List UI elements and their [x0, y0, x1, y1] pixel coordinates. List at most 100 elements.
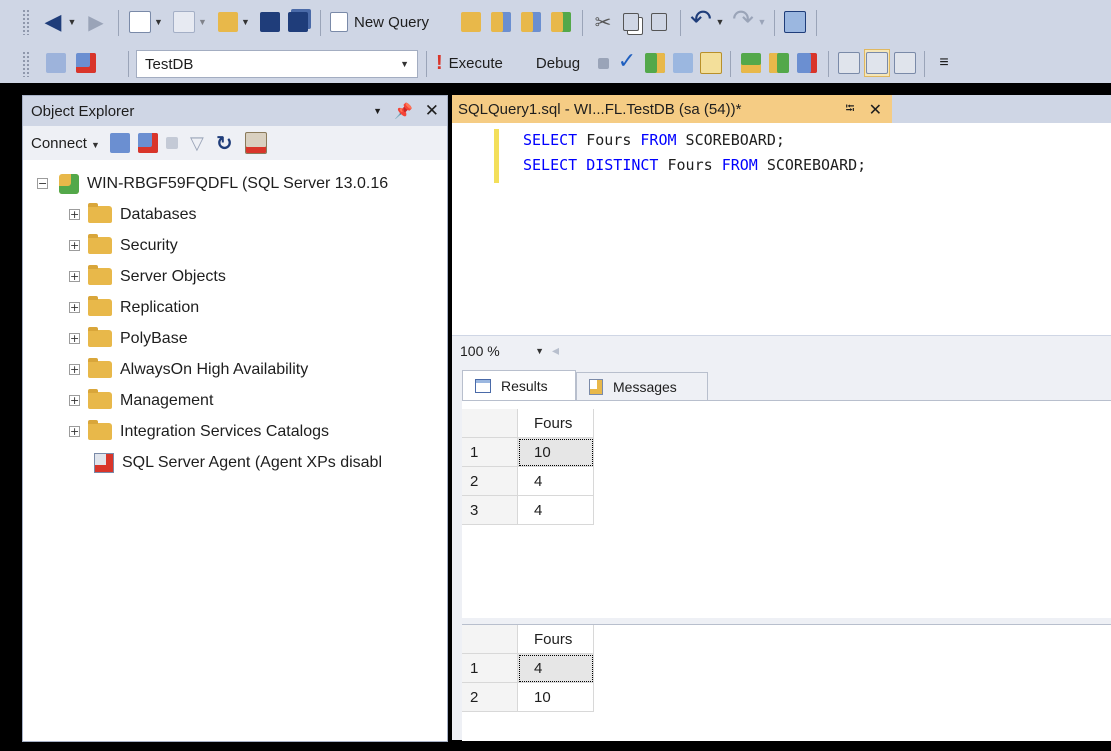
- tree-node-integration-services[interactable]: + Integration Services Catalogs: [23, 416, 447, 447]
- expand-icon[interactable]: +: [69, 333, 80, 344]
- available-databases-select[interactable]: TestDB ▼: [136, 50, 418, 78]
- results-to-file-icon[interactable]: [892, 49, 918, 77]
- execute-button[interactable]: ! Execute: [436, 49, 524, 77]
- mdx-query-icon[interactable]: [488, 8, 514, 36]
- grid-corner[interactable]: [462, 409, 518, 438]
- display-estimated-plan-icon[interactable]: [642, 49, 668, 77]
- results-to-grid-icon[interactable]: [864, 49, 890, 77]
- query-editor[interactable]: SELECT Fours FROM SCOREBOARD; SELECT DIS…: [452, 123, 1111, 335]
- database-engine-query-icon[interactable]: [458, 8, 484, 36]
- grid-corner[interactable]: [462, 625, 518, 654]
- tree-node-alwayson[interactable]: + AlwaysOn High Availability: [23, 354, 447, 385]
- undo-dropdown-icon[interactable]: ▼: [714, 8, 726, 36]
- client-statistics-icon[interactable]: [794, 49, 820, 77]
- open-file-icon[interactable]: ▼: [214, 8, 254, 36]
- save-all-icon[interactable]: [284, 8, 312, 36]
- results-grid-2[interactable]: Fours 1 4 2 10: [462, 624, 1111, 741]
- activity-monitor-icon[interactable]: [782, 8, 808, 36]
- scroll-left-icon[interactable]: ◂: [552, 342, 559, 359]
- window-position-icon[interactable]: ▼: [373, 106, 382, 116]
- table-row[interactable]: 2 4: [462, 467, 594, 496]
- column-header[interactable]: Fours: [518, 625, 594, 654]
- xmla-query-icon[interactable]: [548, 8, 574, 36]
- cancel-query-icon[interactable]: [592, 49, 614, 77]
- disconnect-icon[interactable]: [137, 133, 158, 153]
- tab-sqlquery1[interactable]: SQLQuery1.sql - WI...FL.TestDB (sa (54))…: [452, 95, 892, 123]
- tree-node-databases[interactable]: + Databases: [23, 199, 447, 230]
- row-number[interactable]: 1: [462, 438, 518, 467]
- tab-results[interactable]: Results: [462, 370, 576, 401]
- back-dropdown-icon[interactable]: ▼: [66, 8, 78, 36]
- comment-out-icon[interactable]: ≡: [932, 49, 956, 77]
- add-item-icon[interactable]: ▼: [170, 8, 210, 36]
- collapse-icon[interactable]: −: [37, 178, 48, 189]
- paste-icon[interactable]: [646, 8, 672, 36]
- table-row[interactable]: 3 4: [462, 496, 594, 525]
- close-tab-icon[interactable]: ✕: [869, 100, 882, 119]
- row-number[interactable]: 2: [462, 467, 518, 496]
- tab-messages[interactable]: Messages: [576, 372, 708, 401]
- dmx-query-icon[interactable]: [518, 8, 544, 36]
- expand-icon[interactable]: +: [69, 364, 80, 375]
- expand-icon[interactable]: +: [69, 395, 80, 406]
- new-query-button[interactable]: New Query: [330, 8, 448, 36]
- tree-node-management[interactable]: + Management: [23, 385, 447, 416]
- code-area[interactable]: SELECT Fours FROM SCOREBOARD; SELECT DIS…: [523, 128, 866, 178]
- query-designer-icon[interactable]: [670, 49, 696, 77]
- connect-icon[interactable]: [44, 49, 68, 77]
- specify-values-icon[interactable]: [698, 49, 724, 77]
- tree-node-server[interactable]: − WIN-RBGF59FQDFL (SQL Server 13.0.16: [23, 168, 447, 199]
- undo-icon[interactable]: ↶: [688, 5, 714, 35]
- filter-icon[interactable]: ▽: [190, 133, 204, 154]
- forward-icon[interactable]: ▶: [84, 8, 108, 36]
- close-icon[interactable]: ✕: [425, 101, 439, 121]
- results-grid-1[interactable]: Fours 1 10 2 4 3 4: [462, 400, 1111, 619]
- refresh-icon[interactable]: ↻: [216, 131, 233, 155]
- grid-cell[interactable]: 4: [518, 654, 594, 683]
- grid-cell[interactable]: 4: [518, 496, 594, 525]
- expand-icon[interactable]: +: [69, 271, 80, 282]
- back-icon[interactable]: ◀: [40, 8, 66, 36]
- redo-dropdown-icon[interactable]: ▼: [756, 8, 768, 36]
- live-query-statistics-icon[interactable]: [766, 49, 792, 77]
- tree-node-sql-server-agent[interactable]: SQL Server Agent (Agent XPs disabl: [23, 447, 447, 478]
- tree-node-server-objects[interactable]: + Server Objects: [23, 261, 447, 292]
- connect-object-explorer-icon[interactable]: [109, 133, 130, 153]
- connect-button[interactable]: Connect ▼: [31, 135, 100, 152]
- table-row[interactable]: 1 10: [462, 438, 594, 467]
- include-actual-plan-icon[interactable]: [738, 49, 764, 77]
- grid-cell[interactable]: 10: [518, 438, 594, 467]
- grid-cell[interactable]: 10: [518, 683, 594, 712]
- tree-node-replication[interactable]: + Replication: [23, 292, 447, 323]
- tree-node-security[interactable]: + Security: [23, 230, 447, 261]
- expand-icon[interactable]: +: [69, 426, 80, 437]
- pin-tab-icon[interactable]: ⭾: [846, 99, 855, 120]
- toolbar-grip[interactable]: [22, 9, 30, 35]
- parse-checkmark-icon[interactable]: ✓: [614, 47, 640, 75]
- grid-cell[interactable]: 4: [518, 467, 594, 496]
- results-to-text-icon[interactable]: [836, 49, 862, 77]
- row-number[interactable]: 3: [462, 496, 518, 525]
- table-row[interactable]: 1 4: [462, 654, 594, 683]
- expand-icon[interactable]: +: [69, 209, 80, 220]
- save-icon[interactable]: [258, 8, 282, 36]
- activity-monitor-icon[interactable]: [244, 132, 267, 154]
- cut-icon[interactable]: ✂: [590, 8, 616, 36]
- stop-icon[interactable]: [165, 137, 178, 149]
- tree-node-polybase[interactable]: + PolyBase: [23, 323, 447, 354]
- table-row[interactable]: 2 10: [462, 683, 594, 712]
- debug-button[interactable]: Debug: [528, 49, 588, 77]
- zoom-select[interactable]: 100 % ▼: [460, 340, 552, 362]
- row-number[interactable]: 2: [462, 683, 518, 712]
- expand-icon[interactable]: +: [69, 302, 80, 313]
- new-project-icon[interactable]: ▼: [126, 8, 166, 36]
- tree-node-label: Server Objects: [120, 267, 226, 285]
- disconnect-icon[interactable]: [74, 49, 98, 77]
- expand-icon[interactable]: +: [69, 240, 80, 251]
- column-header[interactable]: Fours: [518, 409, 594, 438]
- copy-icon[interactable]: [618, 8, 644, 36]
- pin-icon[interactable]: 📌: [394, 102, 413, 120]
- redo-icon[interactable]: ↷: [730, 5, 756, 35]
- toolbar-grip[interactable]: [22, 51, 30, 77]
- row-number[interactable]: 1: [462, 654, 518, 683]
